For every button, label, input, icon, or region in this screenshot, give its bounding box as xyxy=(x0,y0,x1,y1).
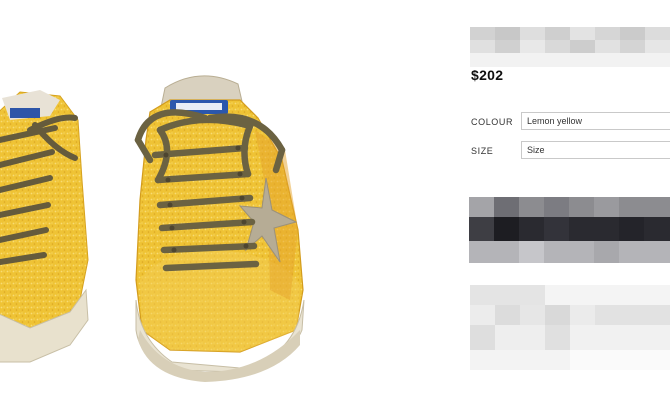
sneakers-illustration xyxy=(0,75,305,382)
size-select[interactable]: Size xyxy=(521,141,670,159)
size-label: SIZE xyxy=(471,146,494,156)
colour-label: COLOUR xyxy=(471,117,514,127)
add-to-bag-button-obscured[interactable] xyxy=(469,197,670,263)
product-title-obscured xyxy=(470,27,670,67)
product-price: $202 xyxy=(471,67,504,83)
right-shoe xyxy=(134,75,305,382)
left-shoe xyxy=(0,90,89,363)
colour-select[interactable]: Lemon yellow xyxy=(521,112,670,130)
product-image[interactable] xyxy=(0,0,450,400)
product-details-obscured xyxy=(470,285,670,400)
